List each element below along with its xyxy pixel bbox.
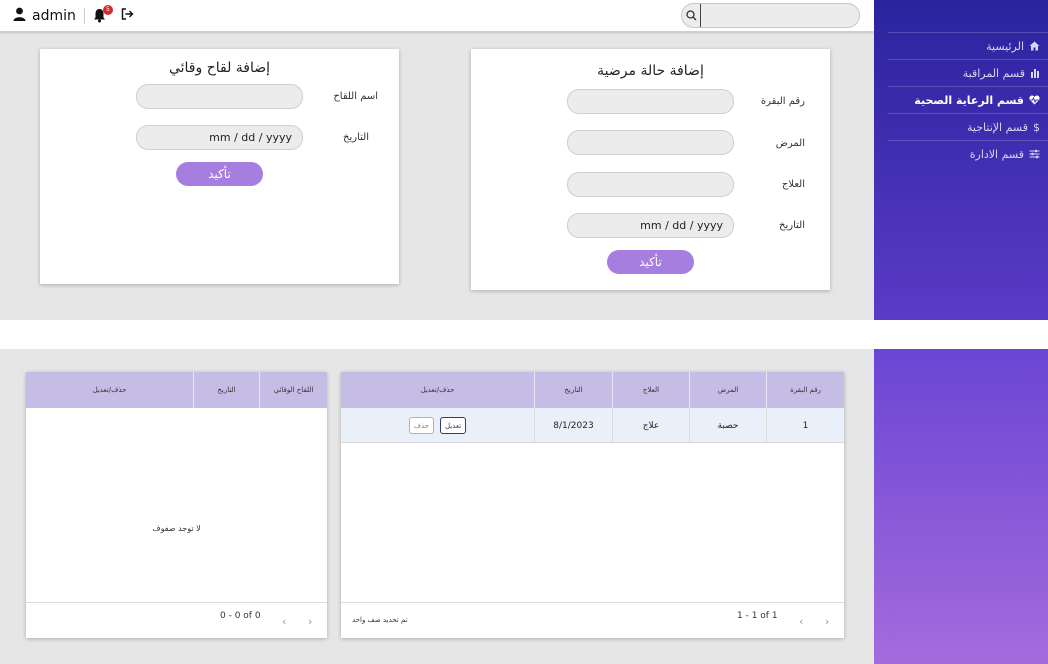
disease-form-card: إضافة حالة مرضية رقم البقرة المرض العلاج… <box>471 49 830 290</box>
vaccine-submit-button[interactable]: تأكيد <box>176 162 263 186</box>
sidebar-item-label: قسم الرعاية الصحية <box>914 93 1024 107</box>
next-page-button[interactable]: › <box>308 615 312 628</box>
sidebar-item-home[interactable]: الرئيسية <box>888 32 1048 59</box>
prev-page-button[interactable]: ‹ <box>799 615 803 628</box>
table-cell: 1 <box>766 408 844 443</box>
sidebar-item-label: الرئيسية <box>986 39 1024 53</box>
sliders-icon <box>1029 149 1040 159</box>
column-header[interactable]: التاريخ <box>534 372 612 408</box>
sidebar-item-label: قسم الإنتاجية <box>967 120 1028 134</box>
edit-button[interactable]: تعديل <box>440 417 467 434</box>
notifications-button[interactable]: 5 <box>93 5 113 24</box>
vaccine-form-title: إضافة لقاح وقائي <box>168 60 271 76</box>
disease-table: رقم البقرة المرض العلاج التاريخ حذف/تعدي… <box>341 372 844 638</box>
table-cell: 8/1/2023 <box>534 408 612 443</box>
column-header[interactable]: حذف/تعديل <box>26 372 193 408</box>
column-header[interactable]: رقم البقرة <box>766 372 844 408</box>
sidebar: الرئيسية قسم المراقبة قسم الرعاية الصحية… <box>874 0 1048 320</box>
column-header[interactable]: حذف/تعديل <box>341 372 534 408</box>
search-icon <box>685 10 696 21</box>
user-icon[interactable] <box>13 7 26 25</box>
divider <box>83 8 85 24</box>
cow-number-label: رقم البقرة <box>760 96 805 107</box>
logout-icon[interactable] <box>121 8 134 24</box>
sidebar-item-healthcare[interactable]: قسم الرعاية الصحية <box>888 86 1048 113</box>
tables-screen: رقم البقرة المرض العلاج التاريخ حذف/تعدي… <box>0 349 1048 664</box>
treatment-label: العلاج <box>781 179 805 190</box>
selection-note: تم تحديد صف واحد <box>352 616 408 624</box>
cow-number-input[interactable] <box>567 89 734 114</box>
column-header[interactable]: اللقاح الوقائي <box>259 372 327 408</box>
top-bar: admin 5 <box>0 0 874 32</box>
table-footer: تم تحديد صف واحد 1 - 1 of 1 ‹ › <box>341 602 844 638</box>
column-header[interactable]: التاريخ <box>193 372 259 408</box>
treatment-input[interactable] <box>567 172 734 197</box>
forms-screen: admin 5 الرئيسية قسم المراقبة قسم الرعاي… <box>0 0 1048 320</box>
table-footer: 0 - 0 of 0 ‹ › <box>26 602 327 638</box>
search-input[interactable] <box>701 4 859 27</box>
notification-badge: 5 <box>102 5 113 15</box>
delete-button[interactable]: حذف <box>408 417 434 434</box>
vaccine-table: اللقاح الوقائي التاريخ حذف/تعديل لا توجد… <box>26 372 327 638</box>
table-cell: حصبة <box>689 408 766 443</box>
pagination-info: 0 - 0 of 0 <box>220 611 261 621</box>
table-header: رقم البقرة المرض العلاج التاريخ حذف/تعدي… <box>341 372 844 408</box>
disease-form-title: إضافة حالة مرضية <box>597 63 704 79</box>
column-header[interactable]: المرض <box>689 372 766 408</box>
user-area: admin 5 <box>13 5 134 25</box>
actions-cell: حذف تعديل <box>341 408 534 443</box>
disease-input[interactable] <box>567 130 734 155</box>
prev-page-button[interactable]: ‹ <box>282 615 286 628</box>
table-header: اللقاح الوقائي التاريخ حذف/تعديل <box>26 372 327 408</box>
vaccine-name-label: اسم اللقاح <box>333 91 378 102</box>
search-button[interactable] <box>682 4 701 27</box>
sidebar-nav: الرئيسية قسم المراقبة قسم الرعاية الصحية… <box>888 32 1048 167</box>
disease-label: المرض <box>775 138 805 149</box>
vaccine-form-card: إضافة لقاح وقائي اسم اللقاح التاريخ mm /… <box>40 49 399 284</box>
sidebar-item-productivity[interactable]: قسم الإنتاجية $ <box>888 113 1048 140</box>
sidebar-item-management[interactable]: قسم الادارة <box>888 140 1048 167</box>
vaccine-date-input[interactable]: mm / dd / yyyy <box>136 125 303 150</box>
search-box <box>681 3 860 28</box>
pagination-info: 1 - 1 of 1 <box>737 611 778 621</box>
empty-message: لا توجد صفوف <box>152 524 201 533</box>
bar-chart-icon <box>1031 69 1039 78</box>
dollar-icon: $ <box>1033 120 1040 134</box>
table-row[interactable]: 1 حصبة علاج 8/1/2023 حذف تعديل <box>341 408 844 443</box>
sidebar-item-monitoring[interactable]: قسم المراقبة <box>888 59 1048 86</box>
home-icon <box>1029 41 1040 51</box>
sidebar-item-label: قسم المراقبة <box>962 66 1025 80</box>
date-label: التاريخ <box>779 220 805 231</box>
sidebar-item-label: قسم الادارة <box>969 147 1024 161</box>
table-cell: علاج <box>612 408 689 443</box>
username[interactable]: admin <box>32 8 76 24</box>
column-header[interactable]: العلاج <box>612 372 689 408</box>
date-input[interactable]: mm / dd / yyyy <box>567 213 734 238</box>
heartbeat-icon <box>1029 95 1040 105</box>
vaccine-name-input[interactable] <box>136 84 303 109</box>
disease-submit-button[interactable]: تأكيد <box>607 250 694 274</box>
next-page-button[interactable]: › <box>825 615 829 628</box>
sidebar-lower <box>874 349 1048 664</box>
